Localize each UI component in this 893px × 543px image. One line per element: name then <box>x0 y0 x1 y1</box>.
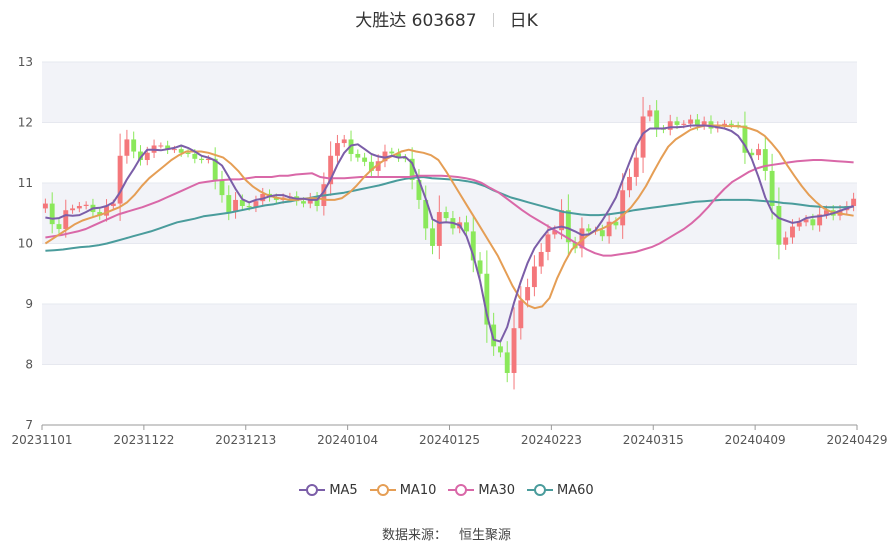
candle-down <box>599 230 605 237</box>
candle-up <box>633 157 639 177</box>
candle-up <box>144 152 150 161</box>
candle-down <box>56 224 62 229</box>
y-tick-label: 11 <box>18 176 33 190</box>
candle-down <box>192 153 198 159</box>
y-tick-label: 13 <box>18 55 33 69</box>
candle-up <box>627 176 632 191</box>
candle-up <box>83 204 89 206</box>
candle-down <box>443 212 449 219</box>
y-tick-label: 12 <box>18 116 33 130</box>
legend-marker-icon <box>299 484 326 496</box>
candle-down <box>49 203 55 225</box>
candle-down <box>586 228 592 232</box>
x-tick-label: 20240223 <box>521 433 582 447</box>
data-source: 数据来源： 恒生聚源 <box>0 524 893 543</box>
x-tick-label: 20231101 <box>11 433 72 447</box>
candle-down <box>464 222 469 232</box>
candle-up <box>647 110 653 117</box>
x-tick-label: 20240315 <box>623 433 684 447</box>
candle-down <box>654 110 660 129</box>
y-tick-label: 9 <box>25 297 33 311</box>
candle-up <box>70 208 76 211</box>
x-tick-label: 20240429 <box>826 433 887 447</box>
legend-label: MA5 <box>329 483 358 498</box>
candle-up <box>42 203 48 209</box>
candle-up <box>76 205 82 209</box>
legend-label: MA60 <box>557 483 594 498</box>
candle-up <box>341 139 347 144</box>
candle-down <box>301 201 306 204</box>
candle-down <box>497 346 503 353</box>
candle-down <box>131 139 137 152</box>
candle-up <box>124 139 130 156</box>
candle-down <box>674 121 680 125</box>
plot-band <box>42 304 857 365</box>
x-tick-label: 20240125 <box>419 433 480 447</box>
candle-up <box>511 328 517 373</box>
y-tick-label: 7 <box>25 418 33 432</box>
candle-up <box>171 149 177 151</box>
plot-band <box>42 183 857 244</box>
plot-band <box>42 62 857 123</box>
candle-down <box>226 195 232 213</box>
candle-down <box>362 157 368 162</box>
candle-up <box>525 287 531 301</box>
candle-down <box>355 153 361 158</box>
y-tick-label: 8 <box>25 358 33 372</box>
legend-marker-icon <box>448 484 475 496</box>
candle-up <box>790 226 795 238</box>
legend-item-ma5[interactable]: MA5 <box>299 483 358 498</box>
candle-up <box>545 234 551 252</box>
legend-label: MA10 <box>399 483 437 498</box>
x-tick-label: 20240409 <box>725 433 786 447</box>
candle-down <box>504 352 510 373</box>
legend-marker-icon <box>527 484 554 496</box>
candle-down <box>185 152 191 154</box>
candle-up <box>334 143 340 156</box>
legend-item-ma60[interactable]: MA60 <box>527 483 594 498</box>
candle-up <box>756 149 761 156</box>
y-tick-label: 10 <box>18 237 33 251</box>
candle-down <box>246 205 252 208</box>
candle-up <box>531 266 537 288</box>
legend-label: MA30 <box>478 483 516 498</box>
candle-down <box>776 205 782 245</box>
candle-up <box>538 251 544 267</box>
candle-up <box>688 119 694 124</box>
candle-up <box>436 212 442 246</box>
candle-up <box>851 198 857 206</box>
candle-down <box>199 158 205 161</box>
candle-up <box>518 300 524 329</box>
legend-item-ma10[interactable]: MA10 <box>369 483 437 498</box>
candle-up <box>620 190 626 226</box>
candle-down <box>219 179 225 196</box>
legend-marker-icon <box>369 484 396 496</box>
candle-down <box>728 123 734 125</box>
x-tick-label: 20231213 <box>215 433 276 447</box>
candle-up <box>158 145 164 147</box>
source-label: 数据来源： <box>381 528 447 543</box>
candle-down <box>762 149 768 171</box>
x-tick-label: 20240104 <box>317 433 378 447</box>
source-value: 恒生聚源 <box>459 528 512 543</box>
kline-chart: 7 8 9 10 11 12 13 20231101 20231122 20231213 20240… <box>11 55 887 447</box>
candle-down <box>810 219 816 226</box>
candle-up <box>783 237 789 245</box>
chart-legend: MA5 MA10 MA30 MA60 <box>0 483 893 498</box>
candle-down <box>389 151 395 154</box>
candle-up <box>63 210 69 229</box>
legend-item-ma30[interactable]: MA30 <box>448 483 515 498</box>
candle-down <box>430 228 435 246</box>
candle-up <box>681 123 687 125</box>
x-tick-label: 20231122 <box>113 433 174 447</box>
